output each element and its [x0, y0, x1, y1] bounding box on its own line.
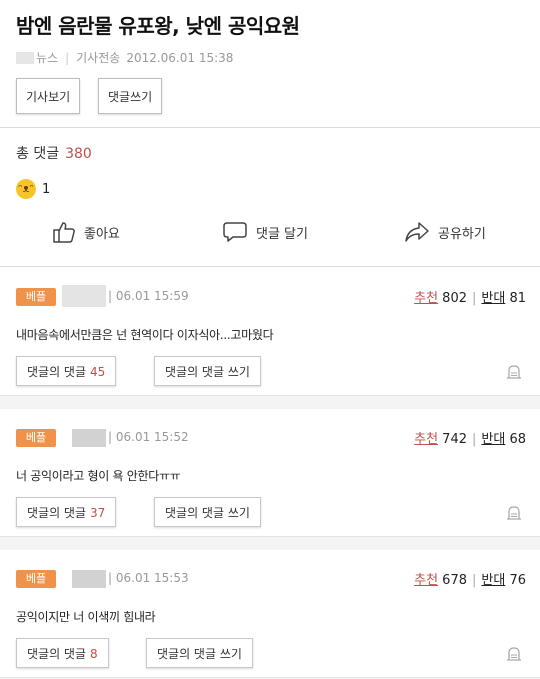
comment-time: 06.01 15:59: [115, 289, 189, 303]
reply-button[interactable]: 댓글 달기: [222, 221, 308, 243]
replies-label: 댓글의 댓글: [27, 646, 87, 661]
downvote-button[interactable]: 반대: [481, 291, 505, 306]
write-reply-button[interactable]: 댓글의 댓글 쓰기: [154, 356, 261, 386]
replies-count: 37: [90, 505, 106, 520]
reaction-count: 1: [42, 181, 51, 197]
article-datetime: 2012.06.01 15:38: [126, 50, 234, 65]
write-comment-button[interactable]: 댓글쓰기: [98, 78, 163, 114]
report-icon[interactable]: [506, 646, 522, 662]
replies-label: 댓글의 댓글: [27, 505, 87, 520]
best-badge: 베플: [16, 570, 56, 588]
article-meta: 뉴스 | 기사전송 2012.06.01 15:38: [16, 49, 233, 66]
comment-time: 06.01 15:52: [115, 430, 189, 444]
article-meta-label: 기사전송: [76, 51, 121, 65]
action-bar: 좋아요 댓글 달기 공유하기: [0, 221, 540, 251]
share-button[interactable]: 공유하기: [404, 221, 486, 243]
view-article-button[interactable]: 기사보기: [16, 78, 81, 114]
upvote-count: 678: [442, 573, 467, 588]
comment-meta: | 06.01 15:52: [108, 430, 189, 444]
reaction-summary[interactable]: ᵔᴥᵔ 1: [16, 179, 50, 199]
comment-meta: | 06.01 15:59: [108, 289, 189, 303]
upvote-button[interactable]: 추천: [414, 573, 438, 588]
replies-count: 45: [90, 364, 106, 379]
user-avatar-blur: [72, 570, 106, 588]
best-badge: 베플: [16, 288, 56, 306]
downvote-button[interactable]: 반대: [481, 432, 505, 447]
article-title: 밤엔 음란물 유포왕, 낮엔 공익요원: [16, 14, 300, 38]
article-source: 뉴스: [36, 51, 59, 65]
upvote-count: 742: [442, 432, 467, 447]
vote-counts: 추천 678 | 반대 76: [414, 573, 526, 588]
vote-counts: 추천 742 | 반대 68: [414, 432, 526, 447]
replies-label: 댓글의 댓글: [27, 364, 87, 379]
meta-separator: |: [65, 50, 70, 65]
comment-item: 베플 | 06.01 15:52 추천 742 | 반대 68 너 공익이라고 형이…: [0, 409, 540, 537]
total-label: 총 댓글: [16, 146, 60, 162]
comment-summary: 총 댓글 380 ᵔᴥᵔ 1 좋아요 댓글 달기 공유하기: [0, 129, 540, 267]
replies-count: 8: [90, 646, 98, 661]
view-replies-button[interactable]: 댓글의 댓글 45: [16, 356, 117, 386]
user-avatar-blur: [72, 429, 106, 447]
laughing-emoji-icon: ᵔᴥᵔ: [16, 179, 36, 199]
total-count: 380: [65, 146, 92, 162]
vote-counts: 추천 802 | 반대 81: [414, 291, 526, 306]
view-replies-button[interactable]: 댓글의 댓글 8: [16, 638, 109, 668]
report-icon[interactable]: [506, 505, 522, 521]
user-avatar-blur: [62, 285, 106, 307]
speech-bubble-icon: [223, 222, 247, 242]
source-logo-blur: [16, 51, 34, 64]
write-reply-button[interactable]: 댓글의 댓글 쓰기: [146, 638, 253, 668]
report-icon[interactable]: [506, 364, 522, 380]
comment-list: 베플 | 06.01 15:59 추천 802 | 반대 81 내마음속에서만큼은 …: [0, 268, 540, 679]
comment-item: 베플 | 06.01 15:59 추천 802 | 반대 81 내마음속에서만큼은 …: [0, 268, 540, 396]
downvote-count: 76: [509, 573, 526, 588]
downvote-count: 81: [509, 291, 526, 306]
like-label: 좋아요: [84, 226, 120, 242]
downvote-count: 68: [509, 432, 526, 447]
view-replies-button[interactable]: 댓글의 댓글 37: [16, 497, 117, 527]
upvote-button[interactable]: 추천: [414, 291, 438, 306]
comment-text: 공익이지만 너 이색끼 힘내라: [16, 610, 156, 624]
upvote-button[interactable]: 추천: [414, 432, 438, 447]
share-label: 공유하기: [438, 226, 486, 242]
comment-text: 너 공익이라고 형이 욕 안한다ㅠㅠ: [16, 469, 181, 483]
reply-label: 댓글 달기: [256, 226, 308, 242]
comment-meta: | 06.01 15:53: [108, 571, 189, 585]
comment-time: 06.01 15:53: [115, 571, 189, 585]
article-header: 밤엔 음란물 유포왕, 낮엔 공익요원 뉴스 | 기사전송 2012.06.01…: [0, 0, 540, 128]
upvote-count: 802: [442, 291, 467, 306]
comment-text: 내마음속에서만큼은 넌 현역이다 이자식아...고마웠다: [16, 328, 274, 342]
write-reply-button[interactable]: 댓글의 댓글 쓰기: [154, 497, 261, 527]
total-comments: 총 댓글 380: [16, 143, 92, 163]
thumbs-up-icon: [53, 222, 75, 243]
downvote-button[interactable]: 반대: [481, 573, 505, 588]
comment-item: 베플 | 06.01 15:53 추천 678 | 반대 76 공익이지만 너 이색…: [0, 550, 540, 678]
share-arrow-icon: [405, 222, 429, 242]
best-badge: 베플: [16, 429, 56, 447]
like-button[interactable]: 좋아요: [52, 221, 120, 243]
